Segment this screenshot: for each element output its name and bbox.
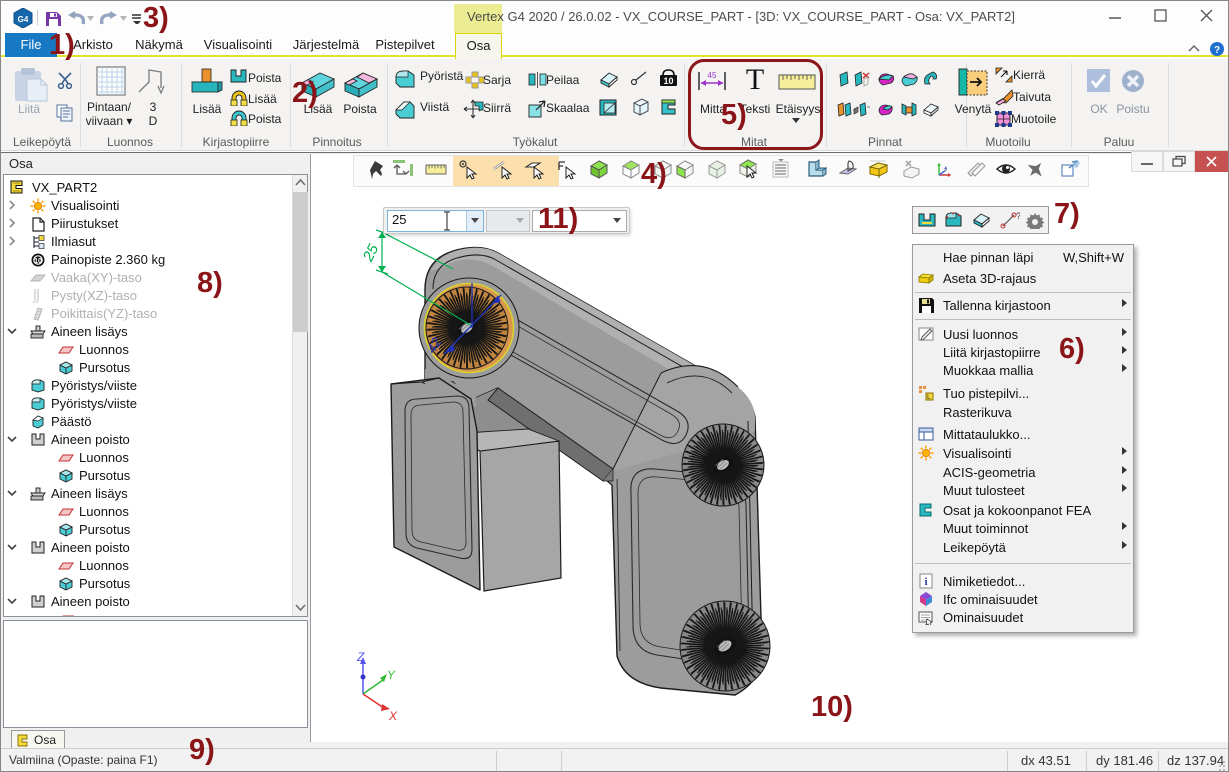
svg-text:Z: Z xyxy=(356,650,365,664)
svg-text:25: 25 xyxy=(359,241,382,265)
svg-text:G4: G4 xyxy=(18,15,29,24)
svg-text:i: i xyxy=(924,576,927,588)
svg-text:?: ? xyxy=(1214,45,1220,56)
svg-text:Y: Y xyxy=(387,668,396,682)
svg-text:10: 10 xyxy=(34,258,42,265)
svg-text:X: X xyxy=(388,709,398,723)
svg-text:?: ? xyxy=(1016,211,1020,221)
svg-text:10: 10 xyxy=(663,76,673,86)
svg-text:L: L xyxy=(927,394,931,401)
